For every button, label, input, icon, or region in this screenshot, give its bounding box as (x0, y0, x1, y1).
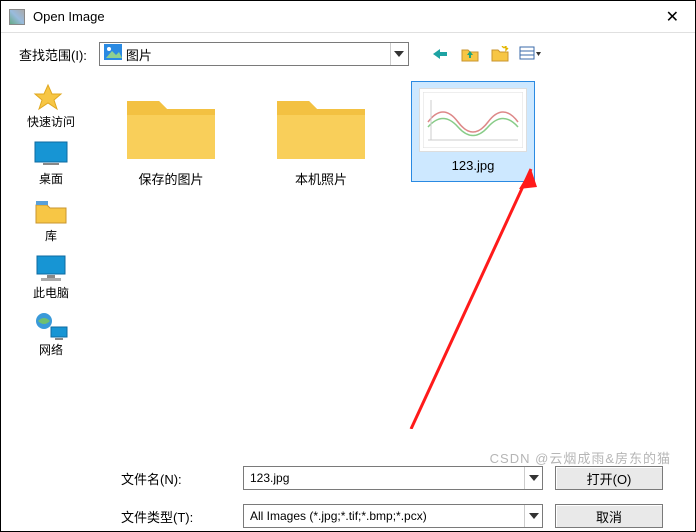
lookin-label: 查找范围(I): (19, 45, 87, 64)
filename-value: 123.jpg (250, 471, 524, 485)
place-this-pc[interactable]: 此电脑 (33, 254, 69, 301)
chevron-down-icon[interactable] (390, 43, 408, 65)
titlebar: Open Image ✕ (1, 1, 695, 33)
file-pane[interactable]: 保存的图片 本机照片 123.jpg (101, 69, 695, 463)
pictures-icon (104, 44, 122, 65)
view-menu-icon[interactable] (519, 43, 541, 65)
close-icon[interactable]: ✕ (658, 7, 687, 27)
filetype-combo[interactable]: All Images (*.jpg;*.tif;*.bmp;*.pcx) (243, 504, 543, 528)
folder-item[interactable]: 保存的图片 (111, 87, 231, 188)
file-item-selected[interactable]: 123.jpg (411, 81, 535, 182)
bottom-controls: 文件名(N): 123.jpg 打开(O) 文件类型(T): All Image… (1, 463, 695, 531)
place-library[interactable]: 库 (33, 197, 69, 244)
folder-item[interactable]: 本机照片 (261, 87, 381, 188)
item-label: 保存的图片 (138, 169, 203, 188)
place-label: 快速访问 (27, 113, 75, 130)
lookin-combo[interactable]: 图片 (99, 42, 409, 66)
chevron-down-icon[interactable] (524, 505, 542, 527)
places-bar: 快速访问 桌面 库 此电脑 网络 (1, 69, 101, 463)
up-folder-icon[interactable] (459, 43, 481, 65)
place-quick-access[interactable]: 快速访问 (27, 83, 75, 130)
open-button[interactable]: 打开(O) (555, 466, 663, 490)
place-network[interactable]: 网络 (33, 311, 69, 358)
filename-label: 文件名(N): (121, 469, 231, 488)
new-folder-icon[interactable] (489, 43, 511, 65)
place-label: 桌面 (39, 170, 63, 187)
nav-toolbar (429, 43, 541, 65)
cancel-button[interactable]: 取消 (555, 504, 663, 528)
item-label: 123.jpg (452, 158, 495, 173)
back-icon[interactable] (429, 43, 451, 65)
place-label: 库 (45, 227, 57, 244)
lookin-row: 查找范围(I): 图片 (1, 33, 695, 69)
lookin-value: 图片 (126, 45, 390, 64)
filetype-value: All Images (*.jpg;*.tif;*.bmp;*.pcx) (250, 509, 524, 523)
app-icon (9, 9, 25, 25)
window-title: Open Image (33, 9, 658, 24)
place-label: 此电脑 (33, 284, 69, 301)
place-desktop[interactable]: 桌面 (33, 140, 69, 187)
place-label: 网络 (39, 341, 63, 358)
item-label: 本机照片 (295, 169, 347, 188)
filetype-label: 文件类型(T): (121, 507, 231, 526)
image-thumbnail (419, 88, 527, 152)
chevron-down-icon[interactable] (524, 467, 542, 489)
filename-combo[interactable]: 123.jpg (243, 466, 543, 490)
